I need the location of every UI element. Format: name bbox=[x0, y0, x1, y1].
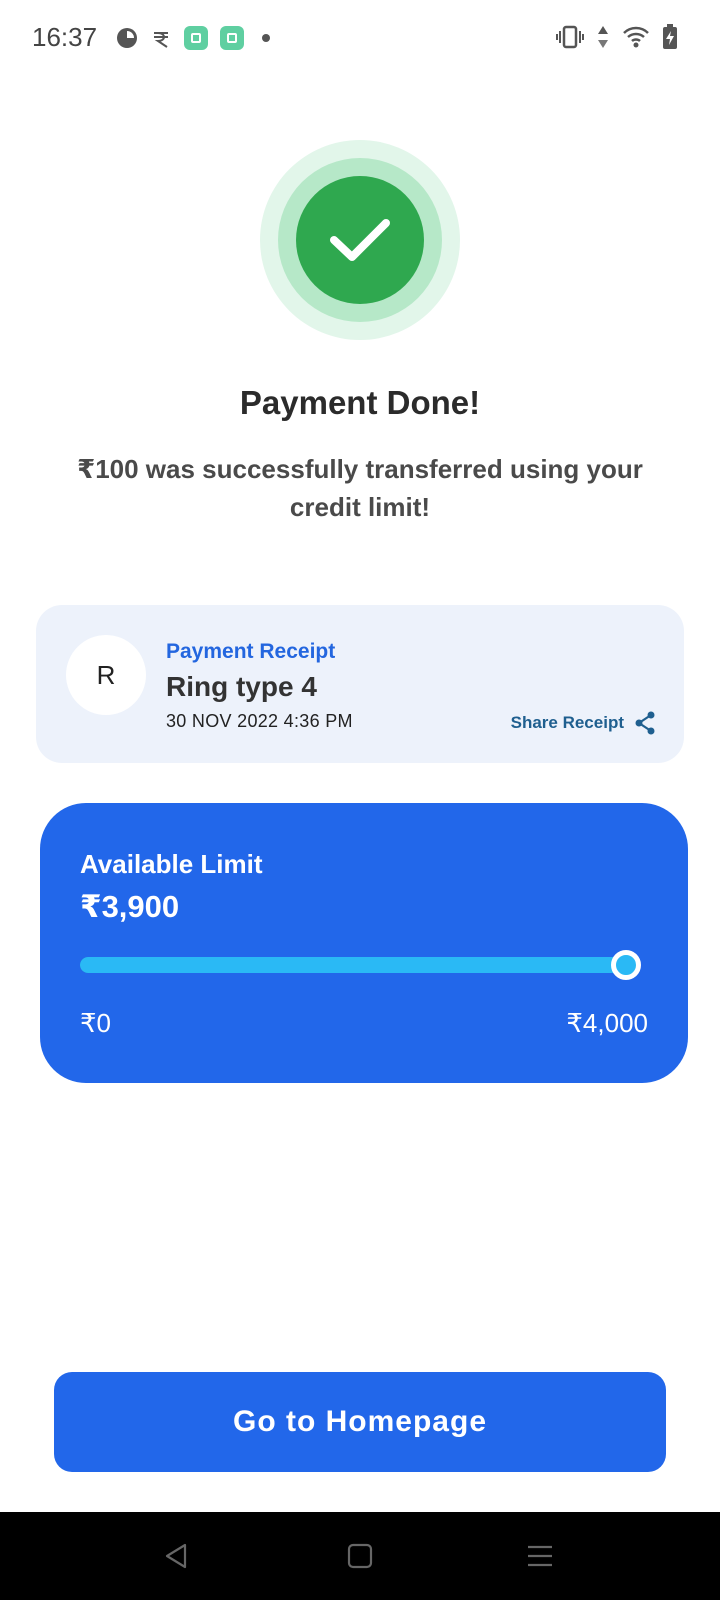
app-notification-icon bbox=[184, 26, 208, 50]
payment-receipt-card[interactable]: R Payment Receipt Ring type 4 30 NOV 202… bbox=[36, 605, 684, 763]
share-receipt-button[interactable]: Share Receipt bbox=[511, 711, 656, 735]
available-limit-card: Available Limit ₹3,900 ₹0 ₹4,000 bbox=[40, 803, 688, 1083]
payee-name: Ring type 4 bbox=[166, 671, 317, 702]
wifi-icon bbox=[623, 26, 649, 48]
notification-icons bbox=[116, 26, 270, 50]
data-transfer-icon bbox=[598, 26, 608, 48]
limit-progress-track bbox=[80, 950, 641, 980]
success-badge bbox=[260, 140, 460, 340]
system-nav-bar bbox=[0, 1512, 720, 1600]
payment-timestamp: 30 NOV 2022 4:36 PM bbox=[166, 711, 353, 731]
success-ring bbox=[278, 158, 442, 322]
rupee-app-icon bbox=[154, 32, 168, 48]
back-icon bbox=[165, 1543, 187, 1569]
recents-menu-icon bbox=[528, 1545, 552, 1567]
share-icon bbox=[635, 711, 655, 735]
status-bar: 16:37 bbox=[0, 0, 720, 80]
app-notification-icon bbox=[220, 26, 244, 50]
nav-back-button[interactable] bbox=[154, 1534, 198, 1578]
payment-success-screen: 16:37 Payment Done! ₹100 was successfull… bbox=[0, 0, 720, 1600]
battery-charging-icon bbox=[663, 24, 677, 49]
vibrate-icon bbox=[556, 25, 584, 49]
home-icon bbox=[347, 1543, 373, 1569]
success-message: ₹100 was successfully transferred using … bbox=[77, 454, 643, 522]
status-time: 16:37 bbox=[32, 22, 98, 52]
limit-progress-thumb bbox=[611, 950, 641, 980]
share-receipt-label: Share Receipt bbox=[510, 713, 624, 732]
check-icon bbox=[330, 219, 390, 261]
limit-max-label: ₹4,000 bbox=[566, 1008, 648, 1038]
limit-min-label: ₹0 bbox=[80, 1008, 112, 1038]
more-notifications-dot-icon bbox=[262, 34, 270, 42]
go-to-homepage-button[interactable]: Go to Homepage bbox=[54, 1372, 666, 1472]
system-icons bbox=[556, 24, 678, 50]
limit-label: Available Limit bbox=[80, 849, 263, 879]
success-core bbox=[296, 176, 424, 304]
nav-recents-button[interactable] bbox=[518, 1534, 562, 1578]
limit-value: ₹3,900 bbox=[80, 889, 180, 924]
page-title: Payment Done! bbox=[239, 384, 481, 421]
avatar: R bbox=[66, 635, 146, 715]
limit-progress-fill bbox=[80, 957, 626, 973]
receipt-label: Payment Receipt bbox=[166, 640, 336, 663]
data-saver-icon bbox=[117, 28, 137, 48]
nav-home-button[interactable] bbox=[338, 1534, 382, 1578]
